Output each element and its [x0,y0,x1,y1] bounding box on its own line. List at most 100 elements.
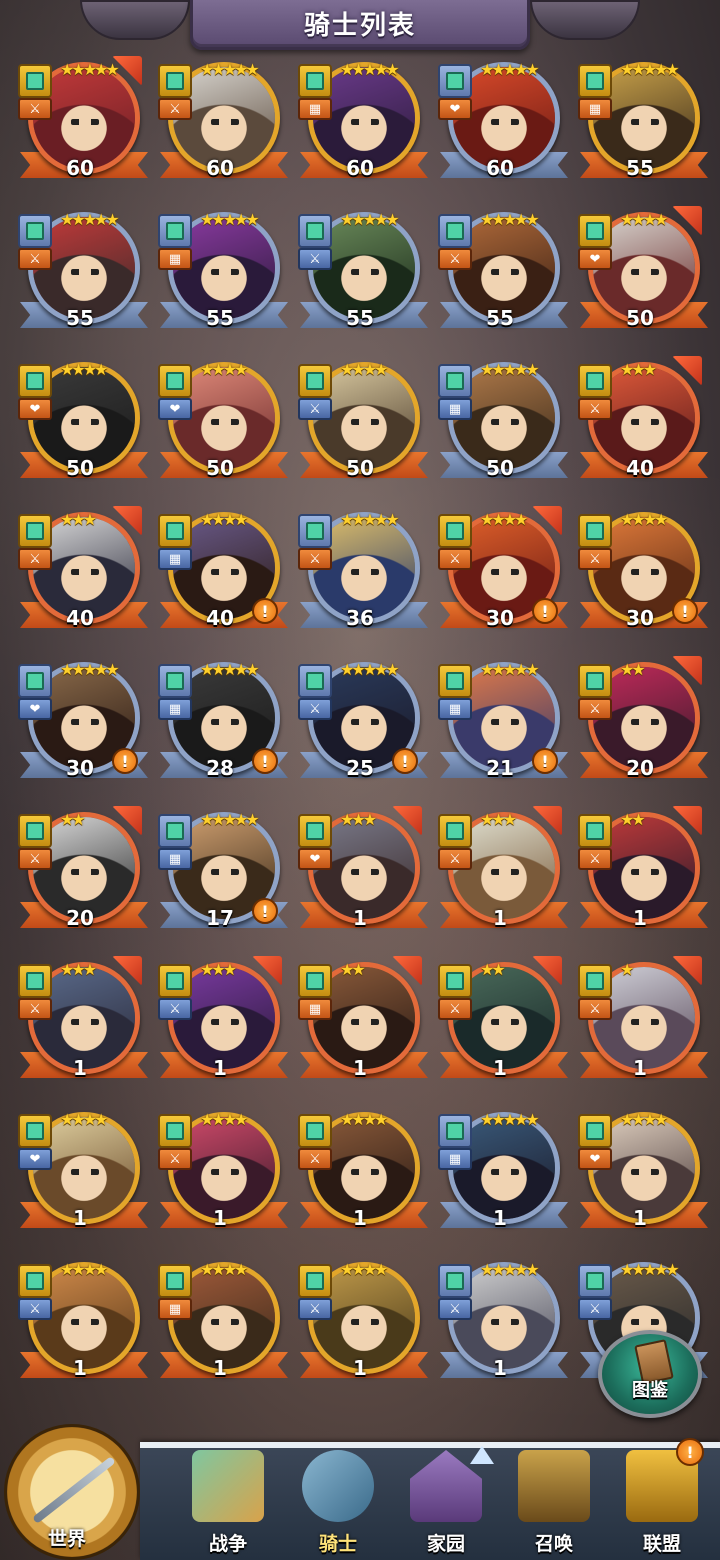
knight-card[interactable]: ★★★★ ⚔ 1 [296,1106,424,1246]
knight-eyes [491,119,519,125]
star-rating: ★★★★★ [620,60,680,79]
knight-card[interactable]: ★★★★★ ▦ 1 [436,1106,564,1246]
knight-card[interactable]: ★★★★★ ▦ 55 [156,206,284,346]
knight-card[interactable]: ★★★★ ⚔ 30 ! [436,506,564,646]
star-rating: ★★★★ [340,1260,388,1279]
knight-level: 55 [66,306,94,330]
knight-card[interactable]: ★★★★★ ▦ 50 [436,356,564,496]
title-plate: 骑士列表 [190,0,530,50]
nav-summon-label: 召唤 [534,1533,573,1555]
knight-card[interactable]: ★★★★ ❤ 1 [16,1106,144,1246]
knight-eyes [71,869,99,875]
knight-level: 55 [626,156,654,180]
star-rating: ★★★★★ [60,210,120,229]
header-ornament-left [80,0,190,40]
knight-card[interactable]: ★★★★ ▦ 1 [156,1256,284,1396]
role-badge: ⚔ [438,848,472,870]
star-rating: ★★ [340,960,366,979]
encyclopedia-button[interactable]: 图鉴 [598,1330,702,1418]
nav-alliance[interactable]: ! 联盟 [612,1438,712,1560]
knight-card[interactable]: ★★★★ ❤ 50 [576,206,704,346]
nav-summon[interactable]: 召唤 [504,1444,604,1560]
knight-card[interactable]: ★★★ ⚔ 1 [156,956,284,1096]
knight-eyes [631,419,659,425]
knight-card[interactable]: ★★★★★ ⚔ 60 [16,56,144,196]
class-badge [18,814,52,848]
knight-card[interactable]: ★★★ ⚔ 1 [436,806,564,946]
knight-eyes [351,269,379,275]
class-icon [26,822,44,840]
knight-grid: ★★★★★ ⚔ 60 ★★★★★ ⚔ 60 ★★★★★ ▦ 60 ★★★★★ ❤… [16,56,706,1406]
knight-card[interactable]: ★★★★★ ▦ 55 [576,56,704,196]
knight-card[interactable]: ★★★★ ❤ 50 [156,356,284,496]
role-badge: ▦ [298,98,332,120]
role-badge: ❤ [578,1148,612,1170]
knight-card[interactable]: ★★★★ ⚔ 50 [296,356,424,496]
knight-card[interactable]: ★ ⚔ 1 [576,956,704,1096]
alert-badge: ! [532,598,558,624]
role-badge: ▦ [438,698,472,720]
class-badge [438,814,472,848]
knight-card[interactable]: ★★ ⚔ 20 [16,806,144,946]
knight-card[interactable]: ★★★★★ ▦ 17 ! [156,806,284,946]
nav-world[interactable]: 世界 [0,1420,150,1560]
class-badge [438,664,472,698]
class-badge [158,64,192,98]
knight-card[interactable]: ★★★★ ⚔ 30 ! [576,506,704,646]
class-badge [158,964,192,998]
nav-knight-label: 骑士 [318,1533,357,1555]
knight-card[interactable]: ★★★ ⚔ 40 [16,506,144,646]
star-rating: ★★★★ [200,1260,248,1279]
knight-card[interactable]: ★★ ▦ 1 [296,956,424,1096]
class-badge [158,1264,192,1298]
knight-card[interactable]: ★★★★ ⚔ 1 [16,1256,144,1396]
knight-card[interactable]: ★★★★★ ⚔ 36 [296,506,424,646]
class-badge [18,1114,52,1148]
knight-card[interactable]: ★★ ⚔ 1 [436,956,564,1096]
class-badge [298,214,332,248]
class-badge [298,1114,332,1148]
star-rating: ★★★★★ [200,210,260,229]
knight-card[interactable]: ★★★★★ ▦ 60 [296,56,424,196]
class-icon [446,72,464,90]
knight-card[interactable]: ★★★★★ ❤ 60 [436,56,564,196]
knight-card[interactable]: ★★★★★ ⚔ 25 ! [296,656,424,796]
class-icon [586,72,604,90]
knight-card[interactable]: ★★★★★ ⚔ 1 [436,1256,564,1396]
knight-card[interactable]: ★★ ⚔ 20 [576,656,704,796]
nav-knight[interactable]: 骑士 [288,1444,388,1560]
knight-card[interactable]: ★★★★ ❤ 50 [16,356,144,496]
knight-card[interactable]: ★★★★ ▦ 40 ! [156,506,284,646]
role-badge: ⚔ [18,998,52,1020]
knight-card[interactable]: ★★ ⚔ 1 [576,806,704,946]
knight-card[interactable]: ★★★ ❤ 1 [296,806,424,946]
knight-card[interactable]: ★★★★★ ▦ 21 ! [436,656,564,796]
knight-card[interactable]: ★★★ ⚔ 1 [16,956,144,1096]
knight-card[interactable]: ★★★★ ❤ 1 [576,1106,704,1246]
class-badge [18,664,52,698]
knight-card[interactable]: ★★★★ ⚔ 1 [156,1106,284,1246]
nav-home[interactable]: 家园 [396,1444,496,1560]
class-icon [166,522,184,540]
star-rating: ★★★★★ [340,210,400,229]
knight-card[interactable]: ★★★★★ ⚔ 55 [436,206,564,346]
knight-card[interactable]: ★★★★★ ❤ 30 ! [16,656,144,796]
knight-card[interactable]: ★★★★ ⚔ 1 [296,1256,424,1396]
star-rating: ★★★★★ [480,360,540,379]
nav-war[interactable]: 战争 [178,1444,278,1560]
knight-eyes [71,1169,99,1175]
knight-card[interactable]: ★★★★★ ⚔ 55 [296,206,424,346]
knight-card[interactable]: ★★★★★ ⚔ 55 [16,206,144,346]
alert-badge: ! [252,598,278,624]
class-icon [306,222,324,240]
class-icon [26,1122,44,1140]
knight-card[interactable]: ★★★★★ ▦ 28 ! [156,656,284,796]
knight-card[interactable]: ★★★★★ ⚔ 60 [156,56,284,196]
knight-level: 1 [73,1056,87,1080]
star-rating: ★★★ [480,810,517,829]
class-icon [446,972,464,990]
knight-card[interactable]: ★★★ ⚔ 40 [576,356,704,496]
knight-level: 60 [486,156,514,180]
knight-level: 55 [206,306,234,330]
knight-level: 36 [346,606,374,630]
